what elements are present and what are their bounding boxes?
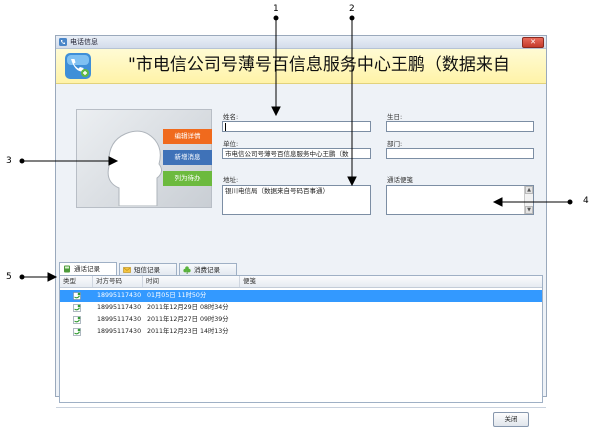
note-scrollbar[interactable]: ▲ ▼ xyxy=(524,186,533,214)
row-number: 18995117430 xyxy=(97,328,142,335)
call-note-field[interactable]: ▲ ▼ xyxy=(386,185,534,215)
callout-number-2: 2 xyxy=(349,4,355,14)
name-label: 姓名: xyxy=(223,113,239,121)
contact-avatar-panel: 编辑详情 新增消息 列为待办 xyxy=(76,109,212,208)
row-time: 01月05日 11时50分 xyxy=(147,292,207,299)
address-label: 地址: xyxy=(223,176,239,184)
title-bar[interactable]: 电话信息 ✕ xyxy=(56,36,546,49)
call-records-table: 类型 对方号码 时间 便笺 18995117430 01月05日 11时50分 … xyxy=(59,275,543,403)
tab-expense-records-label: 消费记录 xyxy=(194,266,220,274)
caller-info-text: "市电信公司号薄号百信息服务中心王鹏（数据来自 xyxy=(128,55,510,75)
callout-number-3: 3 xyxy=(6,156,12,166)
tab-call-records[interactable]: 通话记录 xyxy=(59,262,117,275)
call-log-icon xyxy=(64,265,70,273)
row-time: 2011年12月27日 09时39分 xyxy=(147,316,229,323)
address-value: 银川电信局（数据来自号码百事通） xyxy=(225,187,329,195)
callout-number-4: 4 xyxy=(583,196,589,206)
address-field[interactable]: 银川电信局（数据来自号码百事通） xyxy=(222,185,371,215)
column-header-note[interactable]: 便笺 xyxy=(240,276,542,287)
row-time: 2011年12月29日 08时34分 xyxy=(147,304,229,311)
incoming-call-icon xyxy=(73,292,81,300)
company-field[interactable]: 市电信公司号薄号百信息服务中心王鹏（数 xyxy=(222,148,371,159)
scroll-down-icon[interactable]: ▼ xyxy=(525,206,533,214)
phone-icon xyxy=(59,38,67,46)
table-row[interactable]: 18995117430 2011年12月29日 08时34分 xyxy=(60,302,542,314)
name-field[interactable] xyxy=(222,121,371,132)
phone-contact-icon xyxy=(65,53,91,79)
company-label: 单位: xyxy=(223,140,239,148)
edit-details-button[interactable]: 编辑详情 xyxy=(163,129,212,144)
birthday-label: 生日: xyxy=(387,113,403,121)
birthday-field[interactable] xyxy=(386,121,534,132)
add-to-todo-button[interactable]: 列为待办 xyxy=(163,171,212,186)
tab-expense-records[interactable]: 消费记录 xyxy=(179,263,237,275)
department-label: 部门: xyxy=(387,140,403,148)
row-number: 18995117430 xyxy=(97,316,142,323)
table-row[interactable]: 18995117430 2011年12月23日 14时13分 xyxy=(60,326,542,338)
table-row[interactable]: 18995117430 01月05日 11时50分 xyxy=(60,290,542,302)
text-cursor xyxy=(225,123,226,131)
tab-sms-records-label: 短信记录 xyxy=(134,266,160,274)
tab-sms-records[interactable]: 短信记录 xyxy=(119,263,177,275)
table-header: 类型 对方号码 时间 便笺 xyxy=(60,276,542,288)
incoming-call-icon xyxy=(73,316,81,324)
company-value: 市电信公司号薄号百信息服务中心王鹏（数 xyxy=(225,150,349,158)
content-area: 编辑详情 新增消息 列为待办 姓名: 生日: 单位: 市电信公司号薄号百信息服务… xyxy=(56,84,546,427)
callout-number-1: 1 xyxy=(273,4,279,14)
close-icon[interactable]: ✕ xyxy=(522,37,544,48)
close-button[interactable]: 关闭 xyxy=(493,412,529,427)
caller-banner: "市电信公司号薄号百信息服务中心王鹏（数据来自 xyxy=(56,49,546,84)
row-number: 18995117430 xyxy=(97,304,142,311)
clover-icon xyxy=(183,266,191,274)
row-time: 2011年12月23日 14时13分 xyxy=(147,328,229,335)
window-title: 电话信息 xyxy=(70,38,98,46)
call-info-window: 电话信息 ✕ "市电信公司号薄号百信息服务中心王鹏（数据来自 编辑详情 新增消息… xyxy=(55,35,547,427)
scroll-up-icon[interactable]: ▲ xyxy=(525,186,533,194)
column-header-type[interactable]: 类型 xyxy=(60,276,93,287)
tab-call-records-label: 通话记录 xyxy=(74,265,100,273)
footer-divider xyxy=(56,407,546,408)
call-note-label: 通话便笺 xyxy=(387,176,413,184)
column-header-time[interactable]: 时间 xyxy=(143,276,240,287)
envelope-icon xyxy=(123,267,131,273)
column-header-number[interactable]: 对方号码 xyxy=(93,276,143,287)
new-message-button[interactable]: 新增消息 xyxy=(163,150,212,165)
callout-number-5: 5 xyxy=(6,272,12,282)
row-number: 18995117430 xyxy=(97,292,142,299)
incoming-call-icon xyxy=(73,304,81,312)
table-row[interactable]: 18995117430 2011年12月27日 09时39分 xyxy=(60,314,542,326)
incoming-call-icon xyxy=(73,328,81,336)
department-field[interactable] xyxy=(386,148,534,159)
